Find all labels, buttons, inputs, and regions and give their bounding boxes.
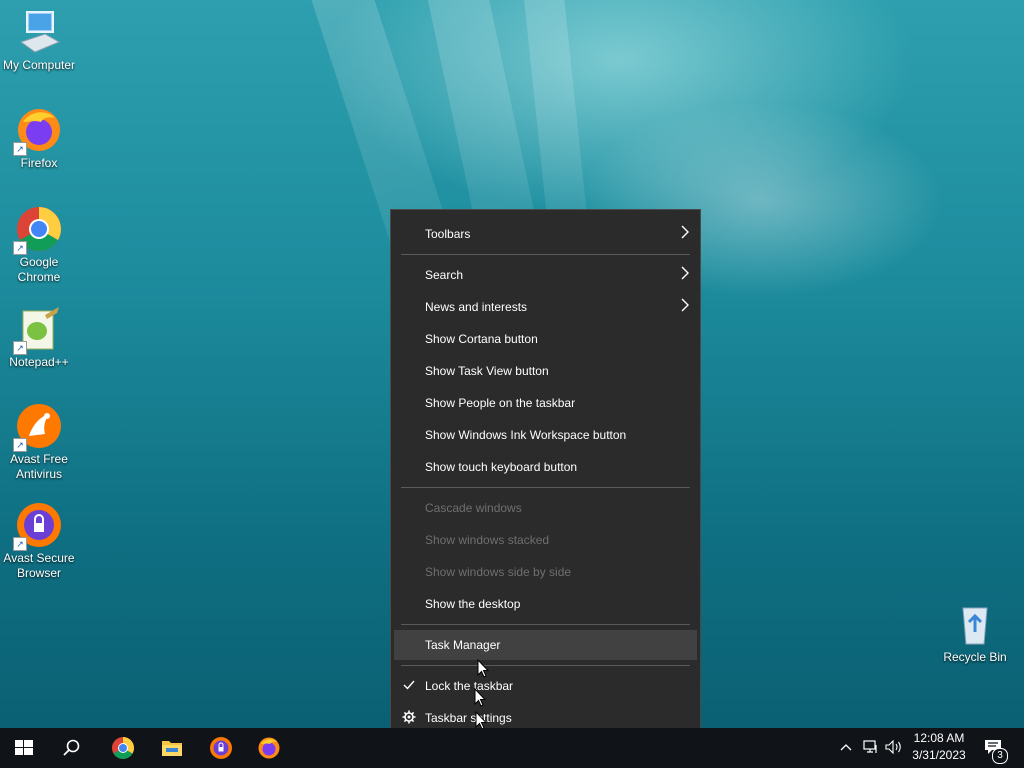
desktop-icon-label: Avast Secure Browser [3,551,75,580]
desktop-icon-label: Google Chrome [17,255,61,284]
chevron-right-icon [681,225,689,239]
menu-item-search[interactable]: Search [394,260,697,290]
taskbar-avast-browser-button[interactable] [197,728,245,768]
chrome-icon [112,737,134,759]
menu-separator [401,487,690,488]
taskbar[interactable]: 12:08 AM 3/31/2023 3 [0,728,1024,768]
menu-item-toolbars[interactable]: Toolbars [394,219,697,249]
volume-icon[interactable] [885,740,903,754]
desktop-icon-label: My Computer [2,58,76,72]
checkmark-icon [403,680,415,690]
notepadpp-icon: ↗ [13,305,63,355]
chevron-right-icon [681,298,689,312]
shortcut-arrow-icon: ↗ [13,537,27,551]
desktop-icon-label: Avast Free Antivirus [10,452,68,481]
shortcut-arrow-icon: ↗ [13,142,27,156]
desktop-icon-recycle-bin[interactable]: Recycle Bin [937,600,1013,665]
shortcut-arrow-icon: ↗ [13,341,27,355]
clock-time: 12:08 AM [913,731,965,745]
computer-icon [15,8,63,56]
show-hidden-icons-chevron-up-icon[interactable] [840,742,852,752]
menu-item-news-and-interests[interactable]: News and interests [394,292,697,322]
desktop-icon-label: Recycle Bin [943,650,1007,664]
start-icon [15,740,33,755]
taskbar-chrome-button[interactable] [99,728,147,768]
action-center-button[interactable]: 3 [978,728,1018,768]
firefox-icon: ↗ [13,106,63,156]
desktop-icon-my-computer[interactable]: My Computer [1,8,77,73]
taskbar-file-explorer-button[interactable] [148,728,196,768]
taskbar-firefox-button[interactable] [245,728,293,768]
menu-item-show-windows-ink[interactable]: Show Windows Ink Workspace button [394,420,697,450]
menu-item-lock-the-taskbar[interactable]: Lock the taskbar [394,671,697,701]
menu-item-cascade-windows: Cascade windows [425,501,522,515]
chevron-right-icon [681,266,689,280]
menu-item-task-manager[interactable]: Task Manager [394,630,697,660]
file-explorer-icon [162,741,182,756]
desktop-icon-firefox[interactable]: ↗ Firefox [1,106,77,171]
avast-browser-icon [210,737,232,759]
mouse-cursor-icon [477,659,489,678]
shortcut-arrow-icon: ↗ [13,241,27,255]
desktop-icon-avast-browser[interactable]: ↗ Avast Secure Browser [1,501,77,581]
recycle-bin-icon [951,600,999,648]
menu-item-show-people[interactable]: Show People on the taskbar [394,388,697,418]
network-icon[interactable] [863,740,879,754]
menu-item-show-touch-keyboard[interactable]: Show touch keyboard button [394,452,697,482]
desktop-icon-notepadpp[interactable]: ↗ Notepad++ [1,305,77,370]
menu-item-show-task-view-button[interactable]: Show Task View button [394,356,697,386]
search-button[interactable] [48,728,96,768]
firefox-icon [258,737,280,759]
shortcut-arrow-icon: ↗ [13,438,27,452]
taskbar-context-menu: Toolbars Search News and interests Show … [390,209,701,742]
search-icon [63,739,80,756]
clock-date: 3/31/2023 [912,748,966,762]
menu-item-show-cortana-button[interactable]: Show Cortana button [394,324,697,354]
avast-antivirus-icon: ↗ [13,402,63,452]
desktop-icon-label: Firefox [20,156,58,170]
menu-separator [401,624,690,625]
avast-browser-icon: ↗ [13,501,63,551]
menu-separator [401,665,690,666]
gear-icon [402,710,416,724]
desktop-icon-chrome[interactable]: ↗ Google Chrome [1,205,77,285]
menu-item-show-windows-side-by-side: Show windows side by side [425,565,572,579]
menu-separator [401,254,690,255]
desktop-icon-label: Notepad++ [9,355,69,369]
menu-item-show-windows-stacked: Show windows stacked [425,533,550,547]
chrome-icon: ↗ [13,205,63,255]
mouse-cursor-icon [474,688,486,707]
notification-badge: 3 [992,748,1008,764]
desktop-icon-avast-antivirus[interactable]: ↗ Avast Free Antivirus [1,402,77,482]
clock[interactable]: 12:08 AM 3/31/2023 [908,731,970,762]
menu-item-show-the-desktop[interactable]: Show the desktop [394,589,697,619]
start-button[interactable] [0,728,48,768]
